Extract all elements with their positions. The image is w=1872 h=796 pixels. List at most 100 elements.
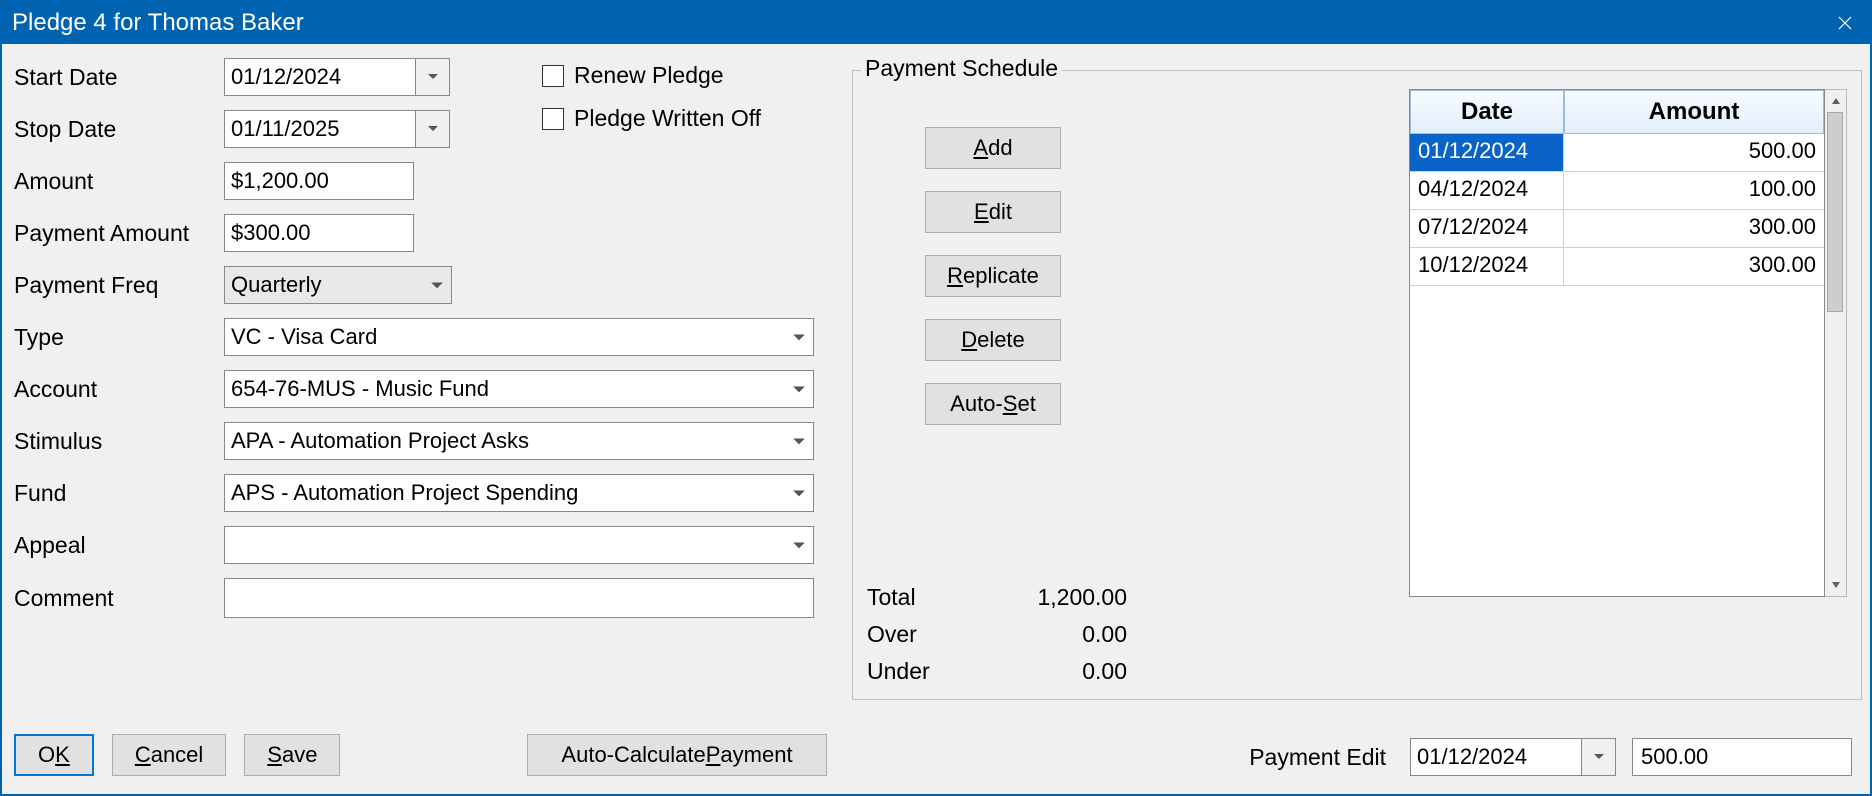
auto-post: et: [1017, 391, 1035, 417]
col-date-header[interactable]: Date: [1410, 90, 1564, 134]
over-label: Over: [867, 621, 917, 648]
payment-freq-select[interactable]: [224, 266, 452, 304]
bottom-button-row: OK Cancel Save: [14, 734, 340, 776]
fund-value[interactable]: [224, 474, 814, 512]
amount-input[interactable]: [224, 162, 414, 200]
appeal-label: Appeal: [14, 532, 224, 559]
comment-input[interactable]: [224, 578, 814, 618]
delete-button[interactable]: Delete: [925, 319, 1061, 361]
written-off-checkbox[interactable]: Pledge Written Off: [542, 105, 761, 132]
replicate-button[interactable]: Replicate: [925, 255, 1061, 297]
cell-date[interactable]: 10/12/2024: [1410, 248, 1564, 286]
auto-pre: Auto-: [950, 391, 1003, 417]
payment-edit-label: Payment Edit: [1249, 744, 1386, 771]
cancel-post: ancel: [151, 742, 204, 768]
ok-button[interactable]: OK: [14, 734, 94, 776]
account-select[interactable]: [224, 370, 814, 408]
comment-label: Comment: [14, 585, 224, 612]
right-panel: Payment Schedule Add Edit Replicate Dele…: [852, 44, 1870, 794]
scroll-down-icon[interactable]: [1825, 574, 1846, 596]
body: Start Date Stop Date Amoun: [2, 44, 1870, 794]
del-post: elete: [977, 327, 1025, 353]
table-scrollbar[interactable]: [1825, 89, 1847, 597]
save-post: ave: [282, 742, 317, 768]
renew-pledge-checkbox[interactable]: Renew Pledge: [542, 62, 761, 89]
left-panel: Start Date Stop Date Amoun: [2, 44, 852, 794]
cell-date[interactable]: 04/12/2024: [1410, 172, 1564, 210]
amount-label: Amount: [14, 168, 224, 195]
auto-calculate-payment-button[interactable]: Auto-Calculate Payment: [527, 734, 827, 776]
table-row[interactable]: 07/12/2024300.00: [1410, 210, 1824, 248]
edit-u: E: [974, 199, 989, 225]
cell-amount[interactable]: 300.00: [1564, 210, 1824, 248]
payment-edit-row: Payment Edit: [1249, 738, 1852, 776]
save-button[interactable]: Save: [244, 734, 340, 776]
close-icon[interactable]: [1820, 2, 1870, 44]
table-row[interactable]: 10/12/2024300.00: [1410, 248, 1824, 286]
ok-pre: O: [38, 742, 55, 768]
stop-date-input[interactable]: [224, 110, 416, 148]
checkbox-box[interactable]: [542, 65, 564, 87]
checkbox-column: Renew Pledge Pledge Written Off: [542, 62, 761, 148]
payment-schedule-group: Payment Schedule Add Edit Replicate Dele…: [852, 70, 1862, 700]
table-header: Date Amount: [1410, 90, 1824, 134]
payment-edit-amount-input[interactable]: [1632, 738, 1852, 776]
cell-date[interactable]: 01/12/2024: [1410, 134, 1564, 172]
auto-set-button[interactable]: Auto-Set: [925, 383, 1061, 425]
window-title: Pledge 4 for Thomas Baker: [12, 9, 304, 37]
payment-amount-input[interactable]: [224, 214, 414, 252]
pledge-window: Pledge 4 for Thomas Baker Start Date Sto…: [0, 0, 1872, 796]
edit-button[interactable]: Edit: [925, 191, 1061, 233]
start-date-input[interactable]: [224, 58, 416, 96]
over-value: 0.00: [1082, 621, 1127, 648]
payment-schedule-legend: Payment Schedule: [861, 55, 1062, 82]
del-u: D: [961, 327, 977, 353]
appeal-value[interactable]: [224, 526, 814, 564]
start-date-dropdown-button[interactable]: [416, 58, 450, 96]
autocalc-post: ayment: [720, 742, 792, 768]
type-select[interactable]: [224, 318, 814, 356]
scrollbar-thumb[interactable]: [1827, 112, 1843, 312]
under-value: 0.00: [1082, 658, 1127, 685]
payment-edit-date-dropdown[interactable]: [1582, 738, 1616, 776]
renew-pledge-label: Renew Pledge: [574, 62, 724, 89]
scroll-up-icon[interactable]: [1825, 90, 1846, 112]
payment-freq-label: Payment Freq: [14, 272, 224, 299]
add-u: A: [973, 135, 988, 161]
payment-edit-date-input[interactable]: [1410, 738, 1582, 776]
add-post: dd: [988, 135, 1012, 161]
rep-post: eplicate: [963, 263, 1039, 289]
autocalc-pre: Auto-Calculate: [561, 742, 705, 768]
totals: Total1,200.00 Over0.00 Under0.00: [867, 574, 1127, 685]
total-value: 1,200.00: [1037, 584, 1127, 611]
cell-amount[interactable]: 100.00: [1564, 172, 1824, 210]
fund-select[interactable]: [224, 474, 814, 512]
schedule-table[interactable]: Date Amount 01/12/2024500.0004/12/202410…: [1409, 89, 1825, 597]
cell-date[interactable]: 07/12/2024: [1410, 210, 1564, 248]
account-value[interactable]: [224, 370, 814, 408]
type-value[interactable]: [224, 318, 814, 356]
cell-amount[interactable]: 500.00: [1564, 134, 1824, 172]
add-button[interactable]: Add: [925, 127, 1061, 169]
stimulus-label: Stimulus: [14, 428, 224, 455]
stimulus-value[interactable]: [224, 422, 814, 460]
cancel-button[interactable]: Cancel: [112, 734, 226, 776]
stimulus-select[interactable]: [224, 422, 814, 460]
type-label: Type: [14, 324, 224, 351]
payment-freq-value[interactable]: [224, 266, 452, 304]
stop-date-dropdown-button[interactable]: [416, 110, 450, 148]
col-amount-header[interactable]: Amount: [1564, 90, 1824, 134]
save-u: S: [267, 742, 282, 768]
auto-u: S: [1003, 391, 1018, 417]
table-row[interactable]: 04/12/2024100.00: [1410, 172, 1824, 210]
checkbox-box[interactable]: [542, 108, 564, 130]
start-date-label: Start Date: [14, 64, 224, 91]
table-row[interactable]: 01/12/2024500.00: [1410, 134, 1824, 172]
cell-amount[interactable]: 300.00: [1564, 248, 1824, 286]
table-body: 01/12/2024500.0004/12/2024100.0007/12/20…: [1410, 134, 1824, 286]
account-label: Account: [14, 376, 224, 403]
rep-u: R: [947, 263, 963, 289]
ok-u: K: [55, 742, 70, 768]
appeal-select[interactable]: [224, 526, 814, 564]
schedule-buttons: Add Edit Replicate Delete Auto-Set: [925, 127, 1061, 425]
